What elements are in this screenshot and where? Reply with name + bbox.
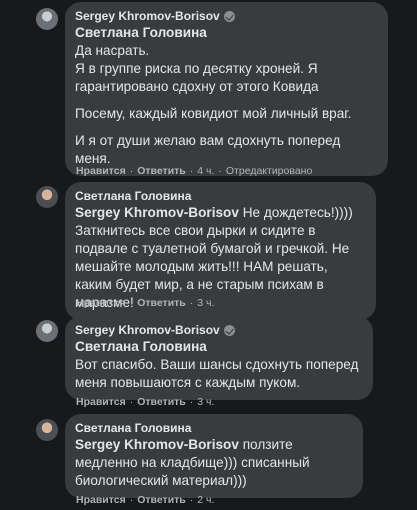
comment-author[interactable]: Sergey Khromov-Borisov xyxy=(75,323,362,338)
reply-button[interactable]: Ответить xyxy=(137,395,186,409)
comment-actions: Нравится · Ответить · 3 ч. xyxy=(76,395,214,409)
like-button[interactable]: Нравится xyxy=(76,164,126,178)
mention-link[interactable]: Sergey Khromov-Borisov xyxy=(75,205,239,220)
timestamp[interactable]: 3 ч. xyxy=(197,395,214,409)
comment-paragraph: Посему, каждый ковидиот мой личный враг. xyxy=(75,106,352,121)
edited-label: Отредактировано xyxy=(225,165,313,177)
mention-suffix: Не дождетесь!)))) xyxy=(238,205,353,220)
comment-paragraph: Да насрать. Я в группе риска по десятку … xyxy=(75,43,319,94)
avatar[interactable] xyxy=(36,419,58,441)
separator: · xyxy=(189,165,194,177)
avatar[interactable] xyxy=(36,320,58,342)
comment-bubble: Sergey Khromov-Borisov Светлана Головина… xyxy=(65,2,388,176)
mention-link[interactable]: Светлана Головина xyxy=(75,338,362,356)
separator: · xyxy=(189,297,194,309)
comment-author[interactable]: Светлана Головина xyxy=(75,189,365,204)
avatar[interactable] xyxy=(36,8,58,30)
timestamp[interactable]: 2 ч. xyxy=(197,493,214,507)
comment-actions: Нравится · Ответить · 3 ч. xyxy=(76,296,214,310)
comment-paragraph: Вот спасибо. Ваши шансы сдохнуть поперед… xyxy=(75,357,359,390)
separator: · xyxy=(129,396,134,408)
comment-author[interactable]: Светлана Головина xyxy=(75,421,352,436)
separator: · xyxy=(129,165,134,177)
author-name[interactable]: Светлана Головина xyxy=(75,421,191,436)
verified-badge-icon xyxy=(223,325,235,336)
like-button[interactable]: Нравится xyxy=(76,296,126,310)
comment-bubble: Sergey Khromov-Borisov Светлана Головина… xyxy=(65,316,373,400)
reply-button[interactable]: Ответить xyxy=(137,296,186,310)
separator: · xyxy=(189,494,194,506)
like-button[interactable]: Нравится xyxy=(76,395,126,409)
separator: · xyxy=(129,494,134,506)
reply-button[interactable]: Ответить xyxy=(137,164,186,178)
author-name[interactable]: Светлана Головина xyxy=(75,189,191,204)
comment-actions: Нравится · Ответить · 2 ч. xyxy=(76,493,214,507)
timestamp[interactable]: 3 ч. xyxy=(197,296,214,310)
timestamp[interactable]: 4 ч. xyxy=(197,164,214,178)
like-button[interactable]: Нравится xyxy=(76,493,126,507)
separator: · xyxy=(189,396,194,408)
author-name[interactable]: Sergey Khromov-Borisov xyxy=(75,9,220,24)
mention-link[interactable]: Sergey Khromov-Borisov xyxy=(75,437,239,452)
reply-button[interactable]: Ответить xyxy=(137,493,186,507)
comment-actions: Нравится · Ответить · 4 ч. · Отредактиро… xyxy=(76,164,312,178)
separator: · xyxy=(129,297,134,309)
comment-bubble: Светлана Головина Sergey Khromov-Borisov… xyxy=(65,414,363,498)
mention-link[interactable]: Светлана Головина xyxy=(75,24,377,42)
separator: · xyxy=(218,165,222,177)
comment-author[interactable]: Sergey Khromov-Borisov xyxy=(75,9,377,24)
comment-paragraph: И я от души желаю вам сдохнуть поперед м… xyxy=(75,133,341,166)
author-name[interactable]: Sergey Khromov-Borisov xyxy=(75,323,220,338)
avatar[interactable] xyxy=(36,186,58,208)
verified-badge-icon xyxy=(223,11,235,22)
